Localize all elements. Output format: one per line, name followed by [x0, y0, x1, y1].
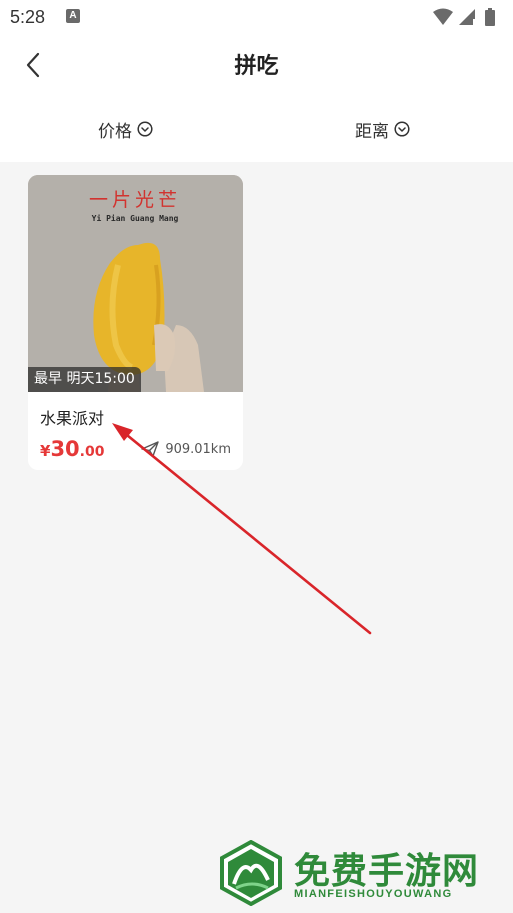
- filter-distance-label: 距离: [355, 121, 389, 142]
- filter-price-label: 价格: [98, 121, 132, 142]
- distance-value: 909.01km: [165, 441, 231, 457]
- page-title: 拼吃: [234, 54, 279, 79]
- product-card[interactable]: 一片光芒 Yi Pian Guang Mang 最早 明天15:00 水果派对 …: [28, 175, 243, 470]
- price-currency: ¥: [40, 442, 51, 460]
- watermark: 免费手游网 MIANFEISHOUYOUWANG: [218, 840, 508, 910]
- product-image: 一片光芒 Yi Pian Guang Mang 最早 明天15:00: [28, 175, 243, 392]
- time-badge: 最早 明天15:00: [28, 367, 141, 392]
- wifi-icon: [433, 8, 453, 25]
- filter-bar: 价格 距离: [0, 94, 513, 162]
- watermark-subtext: MIANFEISHOUYOUWANG: [294, 888, 453, 900]
- status-icons: [433, 8, 503, 26]
- distance-info: 909.01km: [141, 440, 231, 458]
- product-price: ¥30.00: [40, 437, 104, 461]
- watermark-logo-icon: [220, 840, 282, 906]
- image-caption-cn: 一片光芒: [89, 189, 181, 211]
- chevron-down-circle-icon: [394, 121, 410, 137]
- send-icon: [141, 441, 160, 457]
- price-integer: 30: [50, 437, 80, 461]
- battery-icon: [485, 8, 495, 26]
- chevron-down-circle-icon: [137, 121, 153, 137]
- filter-price[interactable]: 价格: [98, 116, 153, 142]
- signal-icon: [459, 9, 475, 25]
- price-decimal: .00: [79, 444, 105, 460]
- status-bar: 5:28 A: [0, 0, 513, 34]
- product-title: 水果派对: [40, 409, 105, 428]
- filter-distance[interactable]: 距离: [355, 116, 410, 142]
- status-time: 5:28: [10, 7, 46, 27]
- notification-a-icon: A: [66, 9, 80, 23]
- watermark-text: 免费手游网: [294, 850, 480, 892]
- image-caption-en: Yi Pian Guang Mang: [92, 213, 179, 223]
- nav-bar: 拼吃: [0, 34, 513, 94]
